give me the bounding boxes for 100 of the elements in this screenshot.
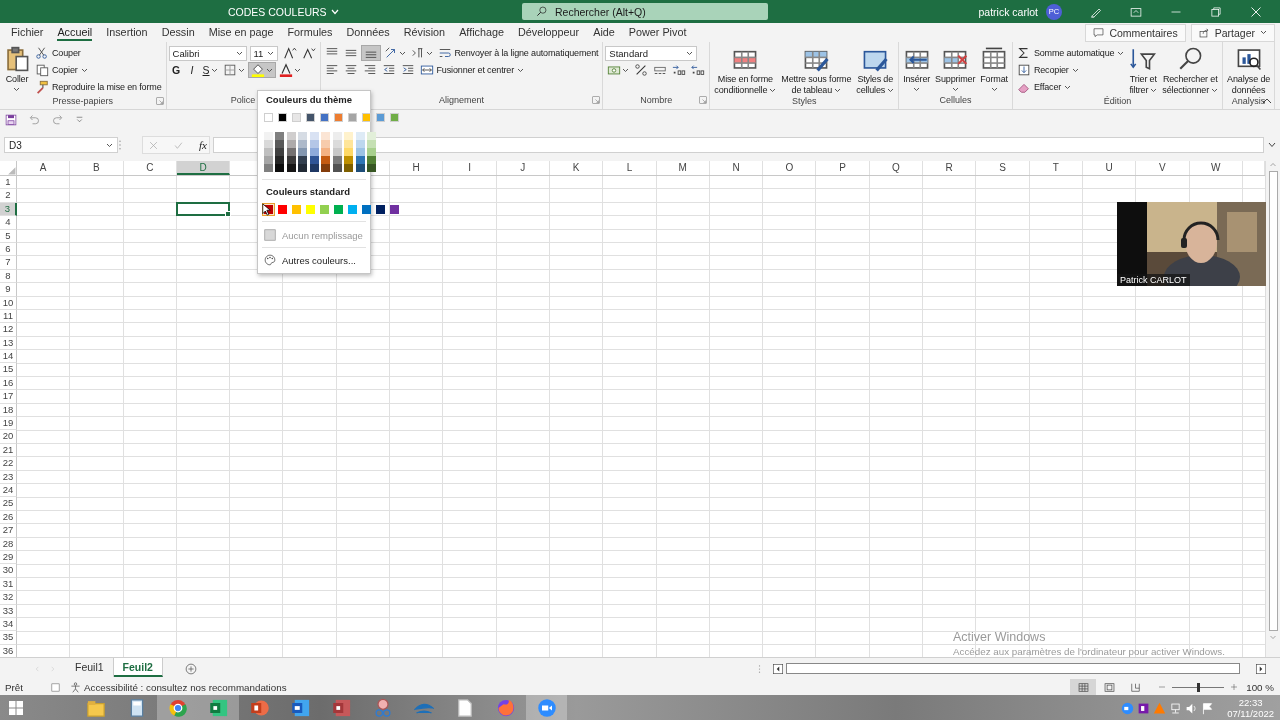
column-header[interactable]: W	[1189, 161, 1243, 175]
column-header[interactable]: U	[1082, 161, 1137, 175]
sheet-tab[interactable]: Feuil2	[113, 658, 163, 677]
accessibility-status[interactable]: Accessibilité : consultez nos recommandations	[83, 681, 287, 693]
share-button[interactable]: Partager	[1190, 23, 1275, 42]
ribbon-button[interactable]: Mettre sous forme de tableau	[779, 45, 854, 96]
column-header[interactable]: K	[549, 161, 604, 175]
insert-function-button[interactable]: fx	[199, 139, 207, 151]
column-header[interactable]: C	[123, 161, 177, 175]
row-header[interactable]: 18	[0, 403, 17, 418]
column-header[interactable]: H	[390, 161, 444, 175]
row-header[interactable]: 21	[0, 443, 17, 458]
ribbon-tab[interactable]: Insertion	[99, 23, 155, 42]
row-header[interactable]: 12	[0, 323, 17, 337]
column-header[interactable]: T	[1029, 161, 1083, 175]
column-header[interactable]: P	[816, 161, 870, 175]
italic-button[interactable]: I	[184, 62, 200, 78]
row-header[interactable]: 35	[0, 631, 17, 645]
comments-button[interactable]: Commentaires	[1085, 23, 1186, 42]
row-header[interactable]: 28	[0, 537, 17, 551]
row-header[interactable]: 9	[0, 283, 17, 297]
dropdown-field[interactable]: Standard	[605, 45, 698, 61]
ribbon-button[interactable]: Effacer	[1014, 79, 1074, 95]
column-header[interactable]: V	[1136, 161, 1190, 175]
row-header[interactable]: 30	[0, 564, 17, 578]
row-header[interactable]: 24	[0, 484, 17, 498]
ribbon-tab[interactable]: Affichage	[452, 23, 511, 42]
ribbon-button[interactable]: Reproduire la mise en forme	[33, 79, 164, 95]
ribbon-button[interactable]: Styles de cellules	[854, 45, 897, 96]
ribbon-button[interactable]: Recopier	[1014, 62, 1081, 78]
row-header[interactable]: 32	[0, 591, 17, 605]
row-header[interactable]: 31	[0, 577, 17, 592]
column-header[interactable]: S	[976, 161, 1030, 175]
ribbon-button[interactable]: Somme automatique	[1014, 45, 1127, 61]
menu-item[interactable]: Autres couleurs...	[258, 250, 370, 270]
ribbon-button[interactable]: Supprimer	[933, 45, 978, 93]
row-header[interactable]: 5	[0, 229, 17, 243]
column-header[interactable]: J	[496, 161, 550, 175]
row-header[interactable]: 17	[0, 390, 17, 404]
ribbon-tab[interactable]: Révision	[396, 23, 453, 42]
row-header[interactable]: 14	[0, 350, 17, 364]
row-header[interactable]: 8	[0, 269, 17, 284]
ribbon-tab[interactable]: Dessin	[154, 23, 202, 42]
row-header[interactable]: 6	[0, 242, 17, 257]
row-header[interactable]: 26	[0, 510, 17, 525]
column-header[interactable]: M	[656, 161, 710, 175]
row-header[interactable]: 11	[0, 309, 17, 324]
row-header[interactable]: 15	[0, 363, 17, 377]
zoom-level[interactable]: 100 %	[1246, 681, 1274, 693]
row-header[interactable]: 33	[0, 604, 17, 618]
column-header[interactable]: O	[763, 161, 817, 175]
ribbon-button[interactable]: Insérer	[901, 45, 933, 93]
row-header[interactable]: 13	[0, 336, 17, 351]
ribbon-button[interactable]: Coller	[2, 45, 32, 93]
column-header[interactable]: N	[709, 161, 764, 175]
ribbon-button[interactable]: Format	[978, 45, 1010, 93]
ribbon-button[interactable]: Renvoyer à la ligne automatiquement	[435, 45, 601, 61]
ribbon-tab[interactable]: Données	[339, 23, 397, 42]
column-header[interactable]: A	[17, 161, 71, 175]
underline-button[interactable]: S	[200, 62, 220, 78]
row-header[interactable]: 29	[0, 550, 17, 565]
row-header[interactable]: 16	[0, 376, 17, 391]
row-header[interactable]: 10	[0, 296, 17, 310]
column-header[interactable]: R	[923, 161, 977, 175]
row-header[interactable]: 25	[0, 497, 17, 511]
column-header[interactable]: Q	[869, 161, 924, 175]
search-field[interactable]: Rechercher (Alt+Q)	[522, 3, 768, 20]
row-header[interactable]: 7	[0, 256, 17, 270]
ribbon-button[interactable]: Analyse de données	[1225, 45, 1273, 96]
sheet-tab[interactable]: Feuil1	[66, 658, 114, 677]
row-header[interactable]: 27	[0, 524, 17, 538]
ribbon-tab[interactable]: Power Pivot	[621, 23, 694, 42]
ribbon-tab[interactable]: Fichier	[4, 23, 51, 42]
row-header[interactable]: 34	[0, 617, 17, 632]
row-header[interactable]: 2	[0, 189, 17, 203]
column-header[interactable]: B	[70, 161, 124, 175]
ribbon-button[interactable]: Rechercher et sélectionner	[1160, 45, 1221, 96]
ribbon-button[interactable]: Couper	[33, 45, 83, 61]
row-header[interactable]: 19	[0, 417, 17, 431]
dropdown-field[interactable]: 11	[249, 45, 278, 61]
column-header[interactable]: I	[443, 161, 497, 175]
bold-button[interactable]: G	[168, 62, 184, 78]
ribbon-button[interactable]: Trier et filtrer	[1127, 45, 1160, 96]
dropdown-field[interactable]: Calibri	[168, 45, 247, 61]
ribbon-button[interactable]: Mise en forme conditionnelle	[712, 45, 779, 96]
row-header[interactable]: 1	[0, 176, 17, 190]
ribbon-tab[interactable]: Mise en page	[201, 23, 281, 42]
row-header[interactable]: 4	[0, 216, 17, 230]
ribbon-tab[interactable]: Formules	[280, 23, 340, 42]
ribbon-tab[interactable]: Développeur	[510, 23, 587, 42]
ribbon-button[interactable]: Copier	[33, 62, 90, 78]
document-title[interactable]: CODES COULEURS	[228, 5, 339, 18]
ribbon-button[interactable]: Fusionner et centrer	[417, 62, 527, 78]
row-header[interactable]: 20	[0, 430, 17, 444]
name-box[interactable]: D3	[4, 137, 118, 153]
column-header[interactable]: D	[176, 161, 231, 175]
row-header[interactable]: 22	[0, 457, 17, 471]
column-header[interactable]: L	[603, 161, 657, 175]
row-header[interactable]: 23	[0, 470, 17, 484]
ribbon-tab[interactable]: Aide	[586, 23, 622, 42]
